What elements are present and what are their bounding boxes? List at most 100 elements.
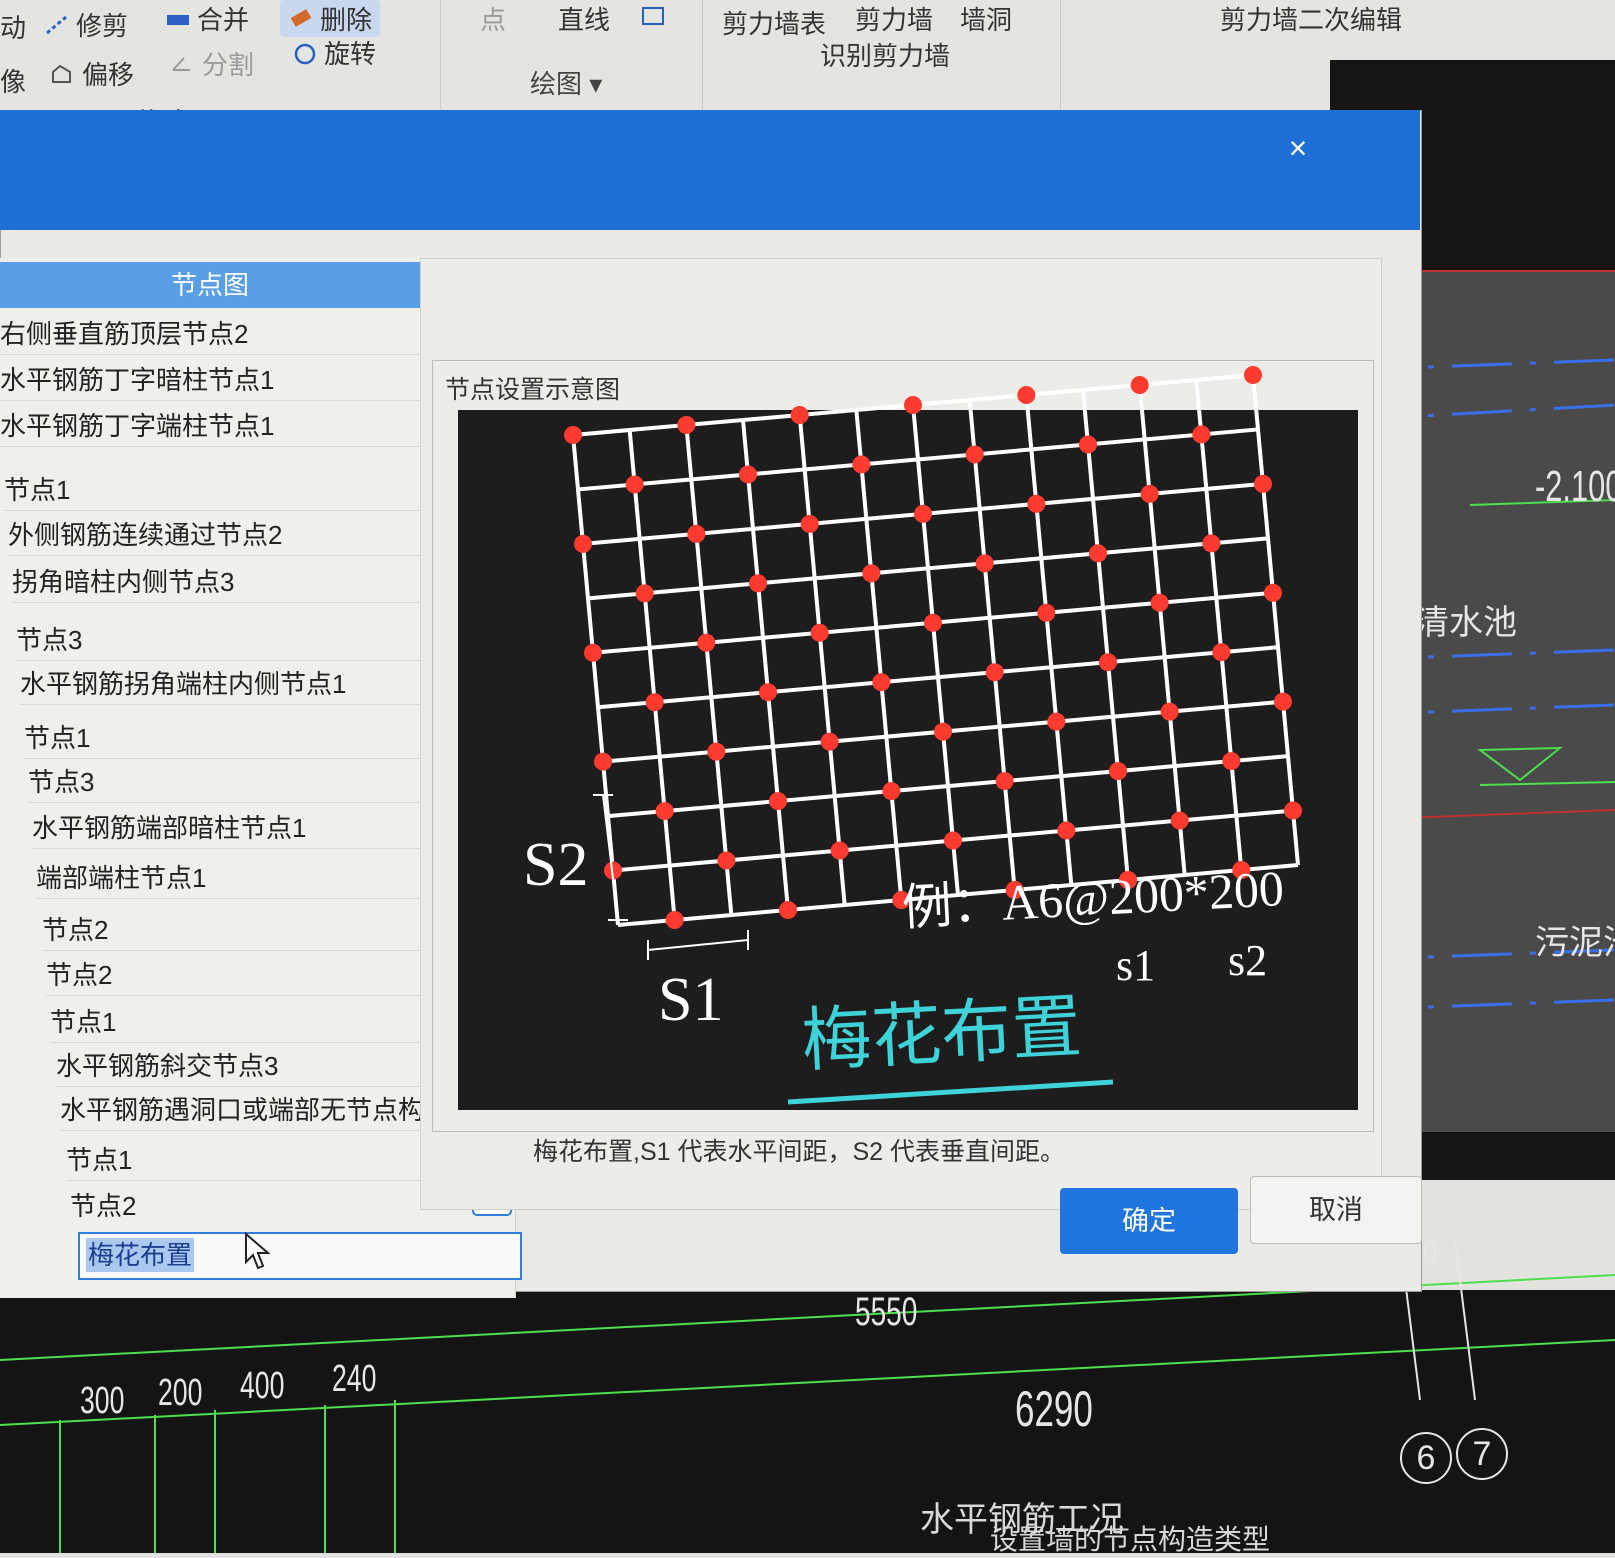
dim-bottom-2: 200 bbox=[158, 1372, 203, 1414]
mirror-tool[interactable]: 像 bbox=[0, 62, 26, 99]
tie-point bbox=[749, 574, 767, 593]
rotate-tool[interactable]: 旋转 bbox=[292, 34, 376, 71]
list-item[interactable]: 水平钢筋端部暗柱节点1 bbox=[32, 808, 474, 849]
tie-point bbox=[677, 416, 696, 434]
trim-icon bbox=[44, 13, 70, 37]
list-item[interactable]: 水平钢筋丁字暗柱节点1 bbox=[0, 360, 425, 401]
list-item-label: 节点2 bbox=[70, 1191, 137, 1221]
merge-icon bbox=[165, 7, 191, 31]
offset-tool[interactable]: 偏移 bbox=[50, 55, 134, 92]
tie-point bbox=[1254, 474, 1272, 493]
tie-point bbox=[707, 742, 726, 761]
tie-point bbox=[1244, 366, 1262, 384]
tie-point bbox=[995, 772, 1014, 791]
tie-point bbox=[862, 564, 881, 583]
list-item-label: 水平钢筋遇洞口或端部无节点构造2 bbox=[60, 1095, 465, 1125]
tie-point bbox=[759, 683, 777, 702]
list-item[interactable]: 拐角暗柱内侧节点3 bbox=[12, 562, 444, 603]
shear-wall-secondary-edit-tool[interactable]: 剪力墙二次编辑 bbox=[1220, 0, 1402, 37]
tie-point bbox=[985, 663, 1004, 682]
delete-tool[interactable]: 删除 bbox=[280, 0, 381, 37]
tie-point bbox=[1017, 386, 1036, 404]
list-item-label: 节点3 bbox=[28, 767, 95, 797]
merge-label: 合并 bbox=[197, 5, 250, 35]
tie-point bbox=[645, 693, 664, 712]
tie-point bbox=[852, 455, 871, 474]
tie-point bbox=[1079, 435, 1097, 454]
trim-tool[interactable]: 修剪 bbox=[44, 6, 128, 43]
tie-point bbox=[1150, 593, 1169, 612]
tie-point bbox=[1047, 712, 1066, 731]
shear-wall-table-tool[interactable]: 剪力墙表 bbox=[722, 4, 826, 41]
list-item[interactable]: 端部端柱节点1 bbox=[36, 858, 480, 899]
wall-opening-tool[interactable]: 墙洞 bbox=[960, 0, 1012, 37]
point-tool[interactable]: 点 bbox=[480, 0, 506, 37]
tie-point bbox=[914, 504, 932, 523]
rectangle-tool[interactable] bbox=[640, 4, 666, 28]
dim-bottom-4: 240 bbox=[332, 1358, 377, 1400]
tie-point bbox=[882, 782, 901, 801]
list-item-label: 端部端柱节点1 bbox=[36, 863, 207, 893]
tie-point bbox=[1057, 821, 1076, 840]
line-tool[interactable]: 直线 bbox=[558, 0, 610, 37]
cancel-button[interactable]: 取消 bbox=[1250, 1176, 1422, 1244]
list-item[interactable]: 节点3 bbox=[16, 620, 451, 661]
draw-group[interactable]: 绘图 ▾ bbox=[530, 64, 602, 101]
list-item[interactable]: 节点1 bbox=[4, 470, 434, 511]
tie-point bbox=[574, 534, 592, 553]
line-label: 直线 bbox=[558, 5, 611, 35]
tie-point bbox=[779, 901, 797, 919]
room-label-clear-water: 清水池 bbox=[1415, 604, 1517, 642]
diagram-title: 梅花布置 bbox=[800, 985, 1084, 1082]
tie-point bbox=[924, 613, 942, 632]
tie-point bbox=[1089, 544, 1107, 563]
tie-point bbox=[904, 396, 922, 414]
list-item-label: 外侧钢筋连续通过节点2 bbox=[8, 520, 283, 550]
list-item-label: 节点1 bbox=[66, 1145, 133, 1175]
tie-point bbox=[625, 475, 644, 494]
tie-point bbox=[1130, 376, 1149, 394]
s1-small-label: s1 bbox=[1116, 941, 1155, 990]
s2-label: S2 bbox=[523, 831, 588, 899]
tie-point bbox=[564, 426, 582, 444]
rotate-icon bbox=[292, 41, 318, 65]
dialog-title-bar[interactable] bbox=[0, 110, 1420, 230]
axis-marker-6: 6 bbox=[1400, 1432, 1452, 1484]
move-tool[interactable]: 动 bbox=[0, 8, 26, 45]
shear-wall-tool[interactable]: 剪力墙 bbox=[855, 0, 933, 37]
list-item-label: 水平钢筋斜交节点3 bbox=[56, 1051, 279, 1081]
close-icon[interactable]: × bbox=[1278, 128, 1318, 168]
recognize-shear-wall-tool[interactable]: 识别剪力墙 bbox=[820, 36, 950, 73]
rotate-label: 旋转 bbox=[324, 39, 377, 69]
wall-opening-label: 墙洞 bbox=[960, 5, 1013, 35]
tie-point bbox=[1099, 653, 1117, 672]
list-header: 节点图 bbox=[0, 262, 420, 308]
list-item[interactable]: 外侧钢筋连续通过节点2 bbox=[8, 515, 440, 556]
tie-point bbox=[1027, 494, 1046, 513]
list-item[interactable]: 水平钢筋拐角端柱内侧节点1 bbox=[20, 664, 457, 705]
eraser-icon bbox=[288, 7, 314, 31]
tie-point bbox=[1037, 603, 1056, 622]
tie-point bbox=[944, 831, 962, 850]
list-item[interactable]: 节点3 bbox=[28, 762, 468, 803]
tie-point bbox=[1284, 801, 1302, 820]
node-diagram: S2 S1 例：A6@200*200 s1 s2 梅花布置 bbox=[458, 366, 1358, 1110]
delete-label: 删除 bbox=[320, 5, 373, 35]
list-item[interactable]: 节点1 bbox=[24, 718, 464, 759]
diagram-description: 梅花布置,S1 代表水平间距，S2 代表垂直间距。 bbox=[533, 1138, 1065, 1166]
list-item-label: 节点1 bbox=[24, 723, 91, 753]
ok-button[interactable]: 确定 bbox=[1060, 1188, 1238, 1254]
tie-point bbox=[594, 752, 612, 771]
room-label-sludge: 污泥池 bbox=[1535, 924, 1615, 962]
offset-icon bbox=[50, 62, 76, 86]
tie-point bbox=[1202, 534, 1221, 553]
tie-point bbox=[975, 554, 994, 573]
list-item[interactable]: 水平钢筋丁字端柱节点1 bbox=[0, 406, 430, 447]
merge-tool[interactable]: 合并 bbox=[165, 0, 249, 37]
list-item[interactable]: 右侧垂直筋顶层节点2 bbox=[0, 314, 420, 355]
dim-bottom-3: 400 bbox=[240, 1365, 285, 1407]
list-item-label: 节点1 bbox=[50, 1007, 117, 1037]
draw-group-label: 绘图 bbox=[530, 69, 583, 99]
list-item[interactable]: 节点2 bbox=[70, 1186, 450, 1226]
split-tool[interactable]: 分割 bbox=[170, 45, 254, 82]
